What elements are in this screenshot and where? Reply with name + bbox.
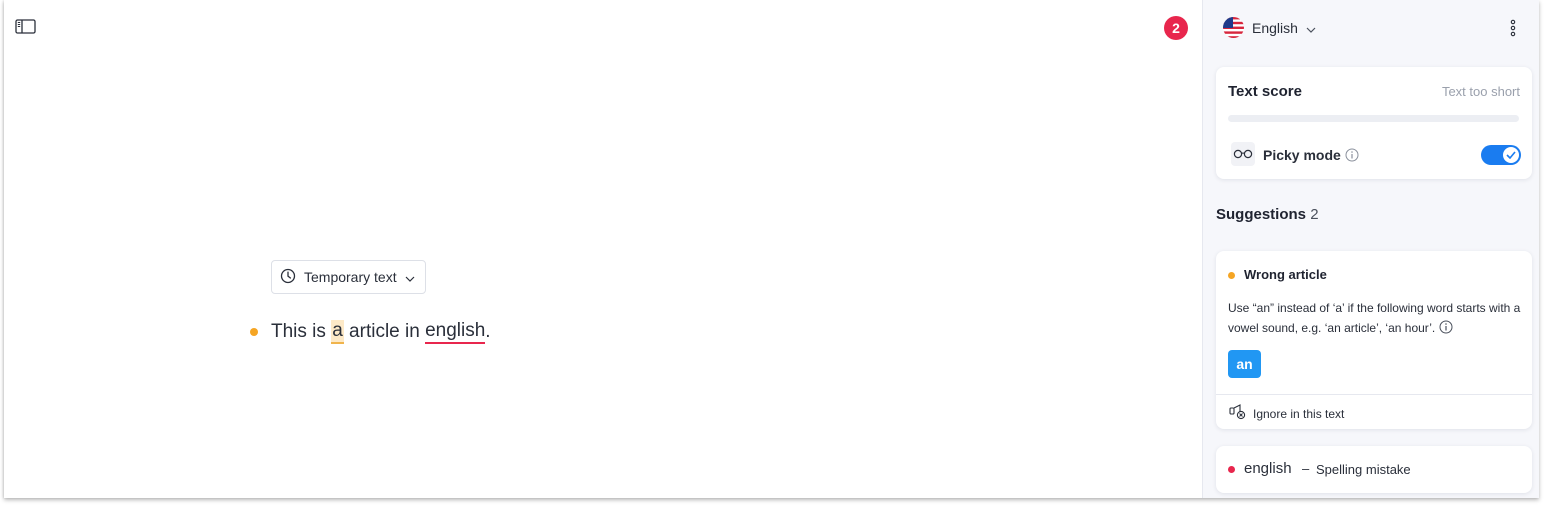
editor-pane: 2 Temporary text This is a article in en… [4,0,1202,498]
severity-dot [1228,272,1235,279]
chevron-down-icon [405,269,415,285]
assistant-sidebar: English Text score Text too short Picky … [1202,0,1539,498]
editor-paragraph[interactable]: This is a article in english . [250,320,491,344]
picky-mode-label: Picky mode [1263,147,1341,163]
more-options-icon[interactable] [1509,19,1517,37]
text-segment: article in [343,321,426,342]
text-segment: . [485,321,491,342]
text-segment: This is [271,321,332,342]
language-selector[interactable]: English [1223,17,1316,38]
article-error-highlight[interactable]: a [331,320,344,344]
suggestion-card-wrong-article: Wrong article Use “an” instead of ‘a’ if… [1216,251,1532,429]
suggestion-card-spelling[interactable]: english – Spelling mistake [1216,446,1532,493]
app-window: 2 Temporary text This is a article in en… [4,0,1539,498]
text-score-status: Text too short [1441,84,1520,99]
glasses-icon [1231,142,1255,166]
separator: – [1302,461,1310,476]
severity-dot [1228,466,1235,473]
picky-mode-toggle[interactable] [1481,145,1521,165]
ignore-label: Ignore in this text [1253,406,1345,421]
checkmark-icon [1503,147,1519,163]
suggestion-description-text: Use “an” instead of ‘a’ if the following… [1228,301,1521,335]
text-score-card: Text score Text too short Picky mode [1216,67,1532,179]
info-icon[interactable] [1439,320,1453,340]
us-flag-icon [1223,17,1244,38]
sidebar-header: English [1203,0,1539,56]
issue-count-badge[interactable]: 2 [1164,16,1188,40]
info-icon[interactable] [1345,148,1359,162]
sidebar-toggle-icon[interactable] [15,19,36,35]
text-score-title: Text score [1228,83,1302,100]
language-label: English [1252,19,1298,36]
apply-replacement-button[interactable]: an [1228,350,1261,378]
divider [1216,394,1532,395]
document-type-dropdown[interactable]: Temporary text [271,260,426,294]
chevron-down-icon [1306,20,1316,36]
suggestions-count: 2 [1310,206,1319,223]
suggestion-type: Spelling mistake [1316,462,1411,477]
document-type-label: Temporary text [304,269,397,285]
misspelled-word: english [1244,460,1292,477]
paragraph-issue-marker [250,328,258,336]
suggestions-title: Suggestions [1216,206,1307,223]
spelling-error-highlight[interactable]: english [425,320,486,344]
suggestion-description: Use “an” instead of ‘a’ if the following… [1228,298,1524,340]
suggestions-heading: Suggestions 2 [1216,206,1319,223]
ignore-icon [1229,404,1247,423]
ignore-in-text-button[interactable]: Ignore in this text [1229,404,1344,423]
text-score-progress-bar [1228,115,1519,122]
suggestion-title: Wrong article [1244,267,1327,282]
clock-icon [280,268,296,287]
